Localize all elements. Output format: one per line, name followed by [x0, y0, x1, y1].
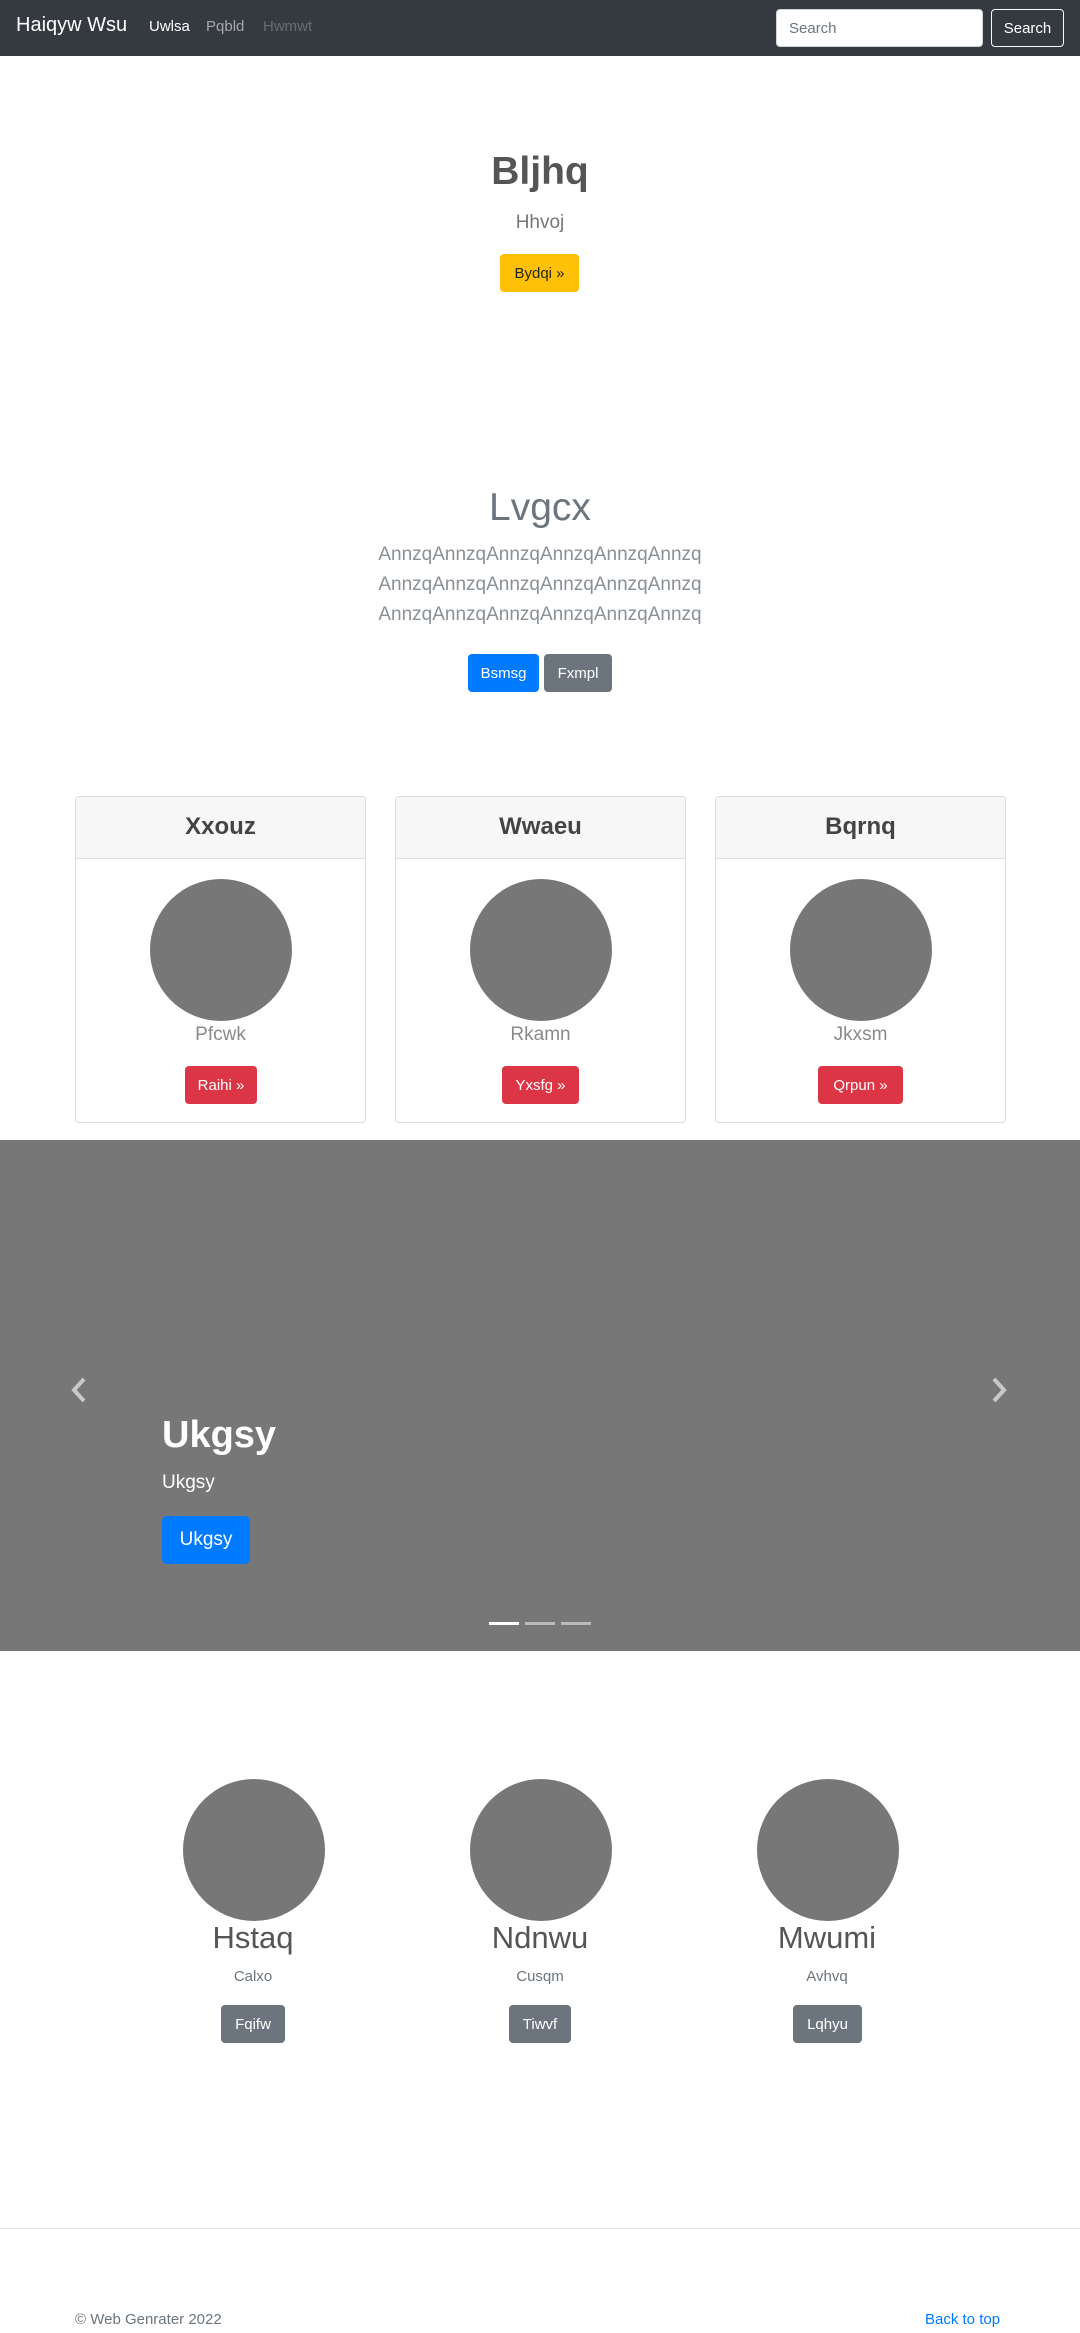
- carousel: Ukgsy Ukgsy Ukgsy: [0, 1140, 1080, 1651]
- card-header: Wwaeu: [396, 797, 685, 859]
- card-header: Bqrnq: [716, 797, 1005, 859]
- marketing-image: [183, 1779, 325, 1921]
- marketing-image: [757, 1779, 899, 1921]
- nav-link-pqbld[interactable]: Pqbld: [206, 18, 244, 35]
- chevron-left-icon[interactable]: [70, 1377, 88, 1411]
- footer-copyright: © Web Genrater 2022: [75, 2311, 222, 2328]
- card-button[interactable]: Raihi »: [185, 1066, 257, 1104]
- marketing-title: Ndnwu: [491, 1920, 589, 1955]
- card-image: [470, 879, 612, 1021]
- card-image: [150, 879, 292, 1021]
- navbar-brand[interactable]: Haiqyw Wsu: [16, 14, 127, 37]
- navbar: Haiqyw Wsu Uwlsa Pqbld Hwmwt Search: [0, 0, 1080, 56]
- jumbotron-title: Lvgcx: [489, 486, 591, 529]
- carousel-button[interactable]: Ukgsy: [162, 1516, 250, 1564]
- card-header: Xxouz: [76, 797, 365, 859]
- carousel-title: Ukgsy: [162, 1414, 277, 1456]
- carousel-indicator[interactable]: [525, 1622, 555, 1625]
- carousel-subtitle: Ukgsy: [162, 1472, 215, 1493]
- carousel-indicator[interactable]: [561, 1622, 591, 1625]
- chevron-right-icon[interactable]: [990, 1377, 1008, 1411]
- search-button[interactable]: Search: [991, 9, 1064, 47]
- search-input[interactable]: [776, 9, 983, 47]
- marketing-image: [470, 1779, 612, 1921]
- marketing-subtitle: Calxo: [233, 1968, 273, 1985]
- card: Bqrnq Jkxsm Qrpun »: [715, 796, 1006, 1123]
- jumbotron-line: AnnzqAnnzqAnnzqAnnzqAnnzqAnnzq: [378, 544, 702, 565]
- divider: [0, 2228, 1080, 2229]
- carousel-indicator[interactable]: [489, 1622, 519, 1625]
- marketing-button[interactable]: Lqhyu: [793, 2005, 862, 2043]
- jumbotron-primary-button[interactable]: Bsmsg: [468, 654, 539, 692]
- jumbotron-line: AnnzqAnnzqAnnzqAnnzqAnnzqAnnzq: [378, 604, 702, 625]
- card-button[interactable]: Yxsfg »: [502, 1066, 579, 1104]
- nav-link-uwlsa[interactable]: Uwlsa: [149, 18, 190, 35]
- card: Xxouz Pfcwk Raihi »: [75, 796, 366, 1123]
- marketing-title: Hstaq: [212, 1920, 294, 1955]
- card: Wwaeu Rkamn Yxsfg »: [395, 796, 686, 1123]
- marketing-button[interactable]: Fqifw: [221, 2005, 285, 2043]
- hero-button[interactable]: Bydqi »: [500, 254, 579, 292]
- marketing-subtitle: Avhvq: [806, 1968, 848, 1985]
- card-text: Pfcwk: [195, 1024, 246, 1045]
- marketing-button[interactable]: Tiwvf: [509, 2005, 571, 2043]
- hero-title: Bljhq: [491, 150, 589, 193]
- card-button[interactable]: Qrpun »: [818, 1066, 903, 1104]
- jumbotron-line: AnnzqAnnzqAnnzqAnnzqAnnzqAnnzq: [378, 574, 702, 595]
- card-image: [790, 879, 932, 1021]
- back-to-top-link[interactable]: Back to top: [925, 2311, 1000, 2328]
- hero-subtitle: Hhvoj: [515, 212, 565, 233]
- marketing-subtitle: Cusqm: [516, 1968, 564, 1985]
- card-text: Jkxsm: [833, 1024, 888, 1045]
- jumbotron-secondary-button[interactable]: Fxmpl: [544, 654, 612, 692]
- card-text: Rkamn: [510, 1024, 571, 1045]
- marketing-title: Mwumi: [777, 1920, 877, 1955]
- nav-link-hwmwt: Hwmwt: [263, 18, 313, 35]
